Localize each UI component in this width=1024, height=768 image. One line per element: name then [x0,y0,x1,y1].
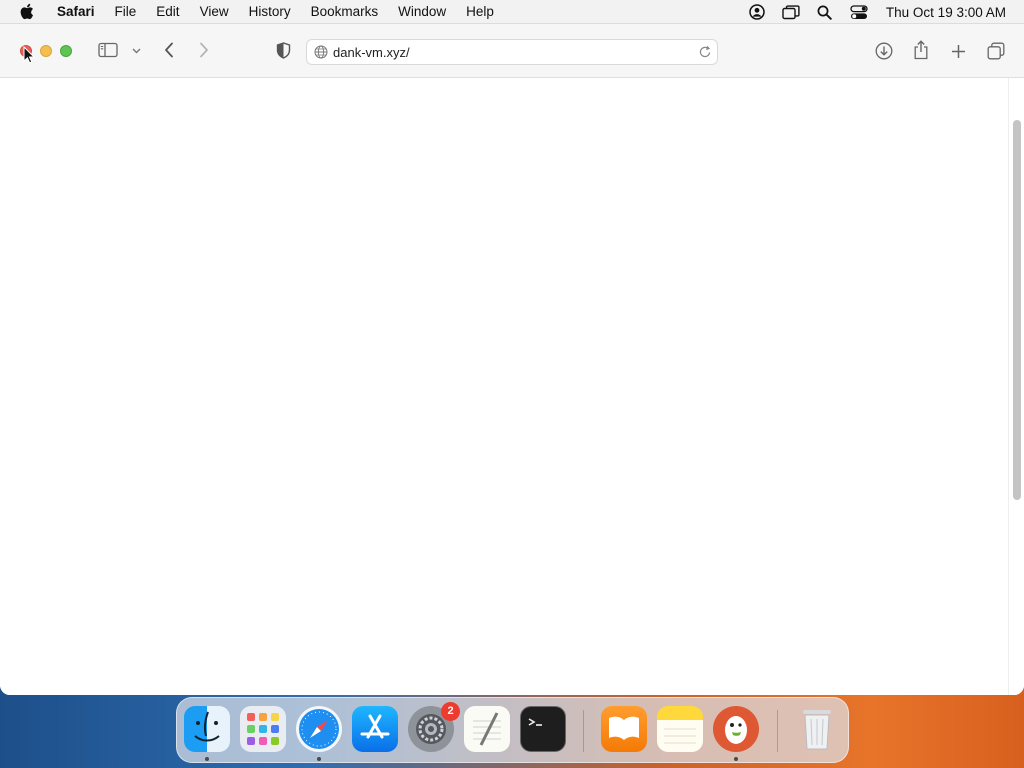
safari-icon[interactable] [296,706,342,752]
dock-separator [777,710,778,752]
control-center-icon[interactable] [849,2,869,22]
notification-badge: 2 [441,702,460,721]
system-settings-icon[interactable]: 2 [408,702,460,752]
dock-separator [583,710,584,752]
trash-icon[interactable] [794,706,840,752]
chevron-down-icon[interactable] [130,46,142,56]
menu-help[interactable]: Help [456,0,504,24]
web-content[interactable] [0,78,1024,695]
forward-icon[interactable] [196,41,212,59]
duckduckgo-running-dot [734,757,738,761]
share-icon[interactable] [912,39,930,61]
maximize-window-button[interactable] [60,45,72,57]
launchpad-icon[interactable] [240,706,286,752]
menu-file[interactable]: File [105,0,147,24]
safari-toolbar [0,24,1024,78]
download-icon[interactable] [874,41,894,61]
terminal-icon[interactable] [520,706,566,752]
menu-history[interactable]: History [239,0,301,24]
menubar-clock[interactable]: Thu Oct 19 3:00 AM [886,5,1006,20]
new-tab-icon[interactable] [949,42,967,60]
finder-icon[interactable] [184,706,230,752]
finder-running-dot [205,757,209,761]
address-input[interactable] [333,41,693,63]
user-account-icon[interactable] [747,2,767,22]
menu-app-name[interactable]: Safari [47,0,105,24]
notes-icon[interactable] [657,706,703,752]
spotlight-search-icon[interactable] [815,2,835,22]
menu-edit[interactable]: Edit [146,0,189,24]
tab-overview-icon[interactable] [986,41,1006,61]
back-icon[interactable] [161,41,177,59]
mouse-cursor-icon [23,45,36,64]
books-icon[interactable] [601,706,647,752]
menu-bar: Safari File Edit View History Bookmarks … [0,0,1024,24]
dock: 2 [176,697,849,763]
globe-icon [314,45,328,59]
safari-running-dot [317,757,321,761]
minimize-window-button[interactable] [40,45,52,57]
safari-window [0,24,1024,695]
screen-mirroring-icon[interactable] [781,2,801,22]
vertical-scrollbar[interactable] [1008,78,1024,695]
address-bar[interactable] [306,39,718,65]
menu-bookmarks[interactable]: Bookmarks [301,0,389,24]
menu-view[interactable]: View [190,0,239,24]
menu-window[interactable]: Window [388,0,456,24]
apple-menu-icon[interactable] [19,3,35,20]
app-store-icon[interactable] [352,706,398,752]
textedit-icon[interactable] [464,706,510,752]
scrollbar-thumb[interactable] [1013,120,1021,500]
sidebar-icon[interactable] [97,41,119,59]
duckduckgo-icon[interactable] [713,706,759,752]
privacy-shield-icon[interactable] [274,41,292,60]
reload-icon[interactable] [698,45,712,59]
